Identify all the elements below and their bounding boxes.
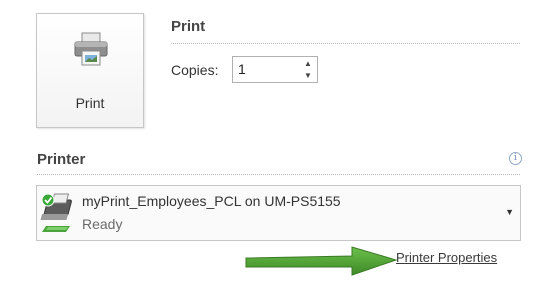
print-section-title: Print — [171, 18, 206, 35]
copies-stepper[interactable]: ▲ ▼ — [300, 58, 316, 82]
selected-printer-name: myPrint_Employees_PCL on UM-PS5155 — [82, 193, 341, 209]
chevron-down-icon[interactable]: ▼ — [505, 207, 514, 217]
info-icon[interactable]: i — [509, 152, 522, 165]
copies-label: Copies: — [171, 62, 219, 78]
spin-up-icon[interactable]: ▲ — [300, 58, 316, 70]
printer-ready-icon — [40, 193, 72, 232]
printer-dropdown[interactable]: myPrint_Employees_PCL on UM-PS5155 Ready… — [36, 185, 521, 241]
printer-icon — [74, 32, 108, 66]
print-button[interactable]: Print — [36, 13, 144, 128]
print-divider — [171, 43, 520, 44]
spin-down-icon[interactable]: ▼ — [300, 70, 316, 82]
green-arrow — [245, 246, 398, 276]
printer-divider — [37, 174, 520, 175]
printer-properties-link[interactable]: Printer Properties — [396, 250, 497, 265]
print-button-label: Print — [75, 95, 105, 111]
printer-section-title: Printer — [37, 151, 86, 168]
selected-printer-status: Ready — [82, 216, 123, 232]
